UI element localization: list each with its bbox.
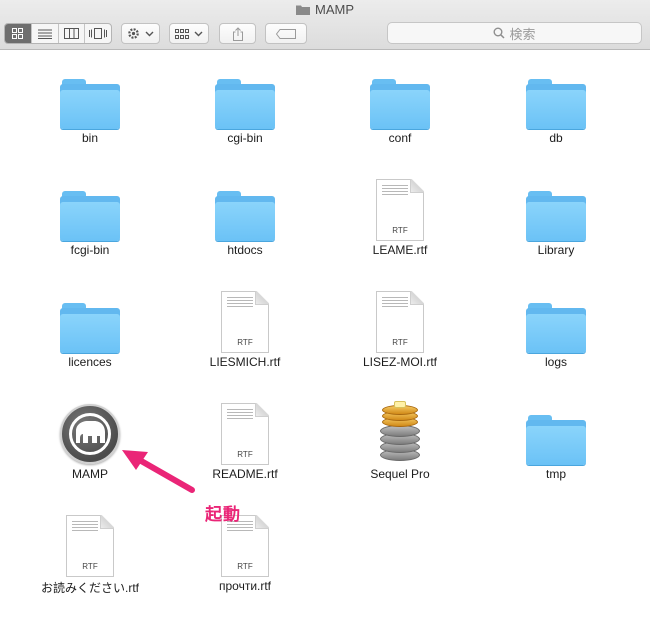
folder-icon <box>481 177 631 243</box>
item-label: bin <box>81 131 98 145</box>
item-label: tmp <box>545 467 566 481</box>
search-placeholder: 検索 <box>509 26 536 42</box>
file-ext: RTF <box>237 338 253 347</box>
search-icon <box>493 27 506 39</box>
item-label: LISEZ-MOI.rtf <box>362 355 437 369</box>
rtf-document-icon: RTF <box>325 289 475 355</box>
item-label: fcgi-bin <box>70 243 110 257</box>
item-label: htdocs <box>227 243 263 257</box>
pancake-stack-icon <box>325 401 475 467</box>
folder-icon <box>481 401 631 467</box>
item-label: прочти.rtf <box>218 579 272 593</box>
icon-view-button[interactable] <box>5 24 32 43</box>
action-menu-button[interactable] <box>121 23 160 44</box>
rtf-document-icon: RTF <box>170 513 320 579</box>
item-label: LIESMICH.rtf <box>209 355 281 369</box>
item-label: db <box>549 131 563 145</box>
window-title: MAMP <box>0 2 650 18</box>
item-label: conf <box>388 131 412 145</box>
folder-icon <box>325 65 475 131</box>
folder-icon <box>481 289 631 355</box>
window-title-text: MAMP <box>315 2 354 17</box>
view-mode-segmented-control <box>4 23 112 44</box>
arrange-grid-icon <box>175 28 189 39</box>
share-button[interactable] <box>219 23 256 44</box>
item-label: Library <box>537 243 575 257</box>
file-icon-grid: bin cgi-bin conf db fcgi-bin htdocs RTF … <box>0 51 650 621</box>
finder-toolbar: MAMP 検索 <box>0 0 650 50</box>
share-icon <box>232 26 243 41</box>
rtf-document-icon: RTF <box>170 289 320 355</box>
arrange-menu-button[interactable] <box>169 23 209 44</box>
launch-annotation: 起動 <box>205 505 241 525</box>
list-view-button[interactable] <box>32 24 59 43</box>
search-field[interactable]: 検索 <box>387 22 642 44</box>
file-ext: RTF <box>82 562 98 571</box>
item-label: Sequel Pro <box>370 467 430 481</box>
grid-icon <box>12 28 24 39</box>
folder-icon <box>15 177 165 243</box>
list-icon <box>37 29 52 39</box>
file-ext: RTF <box>237 562 253 571</box>
cover-flow-view-button[interactable] <box>85 24 111 43</box>
folder-icon <box>170 65 320 131</box>
gear-icon <box>128 28 139 39</box>
folder-icon <box>481 65 631 131</box>
file-ext: RTF <box>392 338 408 347</box>
item-label: LEAME.rtf <box>372 243 428 257</box>
item-label: licences <box>68 355 112 369</box>
rtf-document-icon: RTF <box>15 513 165 579</box>
folder-icon <box>170 177 320 243</box>
folder-icon <box>15 289 165 355</box>
chevron-down-icon <box>194 31 203 36</box>
item-label: logs <box>544 355 567 369</box>
file-ext: RTF <box>237 450 253 459</box>
column-view-button[interactable] <box>59 24 86 43</box>
columns-icon <box>63 28 79 39</box>
tags-button[interactable] <box>265 23 307 44</box>
rtf-document-icon: RTF <box>325 177 475 243</box>
item-label: お読みください.rtf <box>41 581 139 595</box>
folder-icon <box>15 65 165 131</box>
elephant-icon <box>76 421 105 443</box>
item-label: cgi-bin <box>227 131 263 145</box>
annotation-arrow-icon <box>122 450 195 493</box>
folder-icon <box>296 3 310 15</box>
file-ext: RTF <box>392 226 408 235</box>
cover-flow-icon <box>89 28 108 39</box>
tag-icon <box>276 28 296 39</box>
chevron-down-icon <box>145 31 154 36</box>
